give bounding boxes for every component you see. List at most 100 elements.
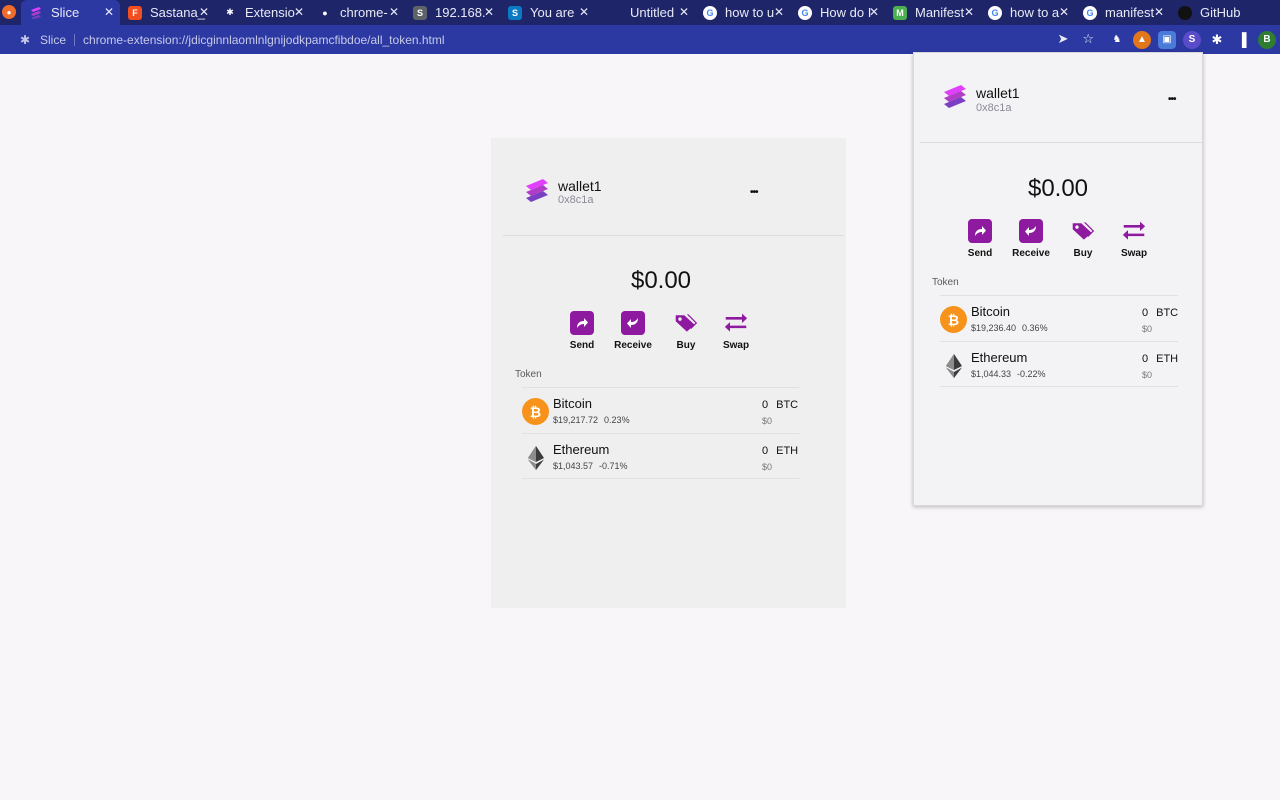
tab-untitled[interactable]: Untitled ✕: [600, 0, 695, 25]
ghost-extension-icon[interactable]: ♞: [1108, 31, 1126, 49]
google-icon: G: [1083, 5, 1097, 20]
swap-label: Swap: [1120, 248, 1148, 259]
token-name: Bitcoin: [553, 396, 593, 411]
url-text[interactable]: chrome-extension://jdicginnlaomlnlgnijod…: [83, 33, 445, 47]
slice-extension-icon[interactable]: S: [1183, 30, 1201, 49]
tab-manifest-search[interactable]: G manifest ✕: [1075, 0, 1170, 25]
close-icon[interactable]: ✕: [679, 5, 689, 19]
swap-label: Swap: [722, 340, 750, 351]
token-row-bitcoin[interactable]: ₿ Bitcoin $19,217.72 0.23% 0 BTC $0: [522, 387, 799, 433]
token-amount-line: 0 BTC: [1142, 307, 1178, 319]
github-icon: [1178, 5, 1192, 20]
account-name: wallet1: [558, 178, 602, 194]
more-options-icon[interactable]: •••: [750, 188, 758, 198]
account-address[interactable]: 0x8c1a: [558, 194, 593, 206]
bitcoin-icon: ₿: [940, 306, 967, 333]
manifest-icon: M: [893, 5, 907, 20]
tab-how-to-a[interactable]: G how to a ✕: [980, 0, 1075, 25]
tab-title: Sastana_: [150, 5, 205, 20]
swap-button[interactable]: Swap: [1120, 219, 1148, 259]
metamask-icon[interactable]: ▲: [1133, 30, 1151, 49]
token-symbol: BTC: [1156, 307, 1179, 319]
screenshot-extension-icon[interactable]: ▣: [1158, 30, 1176, 49]
tab-manifest[interactable]: M Manifest ✕: [885, 0, 980, 25]
send-icon: [570, 311, 594, 335]
receive-button[interactable]: Receive: [1012, 219, 1050, 259]
close-icon[interactable]: ✕: [579, 5, 589, 19]
tab-how-to-u[interactable]: G how to u ✕: [695, 0, 790, 25]
tab-title: how to u: [725, 5, 775, 20]
tab-sastana[interactable]: F Sastana_ ✕: [120, 0, 215, 25]
close-icon[interactable]: ✕: [964, 5, 974, 19]
slice-logo-icon: [29, 6, 43, 20]
token-row-ethereum[interactable]: Ethereum $1,043.57 -0.71% 0 ETH $0: [522, 433, 799, 479]
more-options-icon[interactable]: •••: [1168, 95, 1176, 105]
token-amount-line: 0 ETH: [1142, 353, 1178, 365]
account-address[interactable]: 0x8c1a: [976, 102, 1011, 114]
token-name: Ethereum: [553, 442, 610, 457]
figma-icon: F: [128, 5, 142, 20]
token-price: $19,236.40: [971, 323, 1017, 333]
tag-icon: [674, 311, 698, 335]
send-icon: [968, 219, 992, 243]
google-icon: G: [798, 5, 812, 20]
header-divider: [920, 142, 1202, 143]
tab-strip: ● Slice ✕ F Sastana_ ✕ ✱ Extensio ✕ ● ch…: [0, 0, 1280, 25]
profile-avatar[interactable]: B: [1258, 30, 1276, 49]
tab-github[interactable]: GitHub: [1170, 0, 1280, 25]
app-menu-icon[interactable]: ●: [2, 5, 16, 19]
token-price-line: $19,236.40 0.36%: [971, 323, 1054, 333]
site-name: Slice: [40, 32, 67, 47]
close-icon[interactable]: ✕: [1059, 5, 1069, 19]
close-icon[interactable]: ✕: [774, 5, 784, 19]
token-fiat-value: $0: [1142, 324, 1153, 334]
close-icon[interactable]: ✕: [1154, 5, 1164, 19]
swap-icon: [724, 311, 748, 335]
wallet-page: wallet1 0x8c1a ••• $0.00 Send Receive Bu…: [491, 138, 846, 608]
send-tab-icon[interactable]: ➤: [1057, 31, 1068, 47]
buy-label: Buy: [676, 340, 696, 351]
send-button[interactable]: Send: [570, 311, 594, 351]
extensions-puzzle-icon[interactable]: ✱: [1208, 31, 1226, 49]
close-icon[interactable]: ✕: [294, 5, 304, 19]
token-amount-line: 0 BTC: [762, 399, 798, 411]
address-bar[interactable]: ✱ Slice chrome-extension://jdicginnlaoml…: [8, 28, 1102, 51]
close-icon[interactable]: ✕: [869, 5, 879, 19]
tab-you-are[interactable]: S You are ✕: [500, 0, 595, 25]
token-fiat-value: $0: [1142, 370, 1153, 380]
buy-button[interactable]: Buy: [1069, 219, 1097, 259]
tab-ip[interactable]: S 192.168. ✕: [405, 0, 500, 25]
s-icon: S: [508, 5, 522, 20]
buy-button[interactable]: Buy: [672, 311, 700, 351]
puzzle-icon: ✱: [20, 32, 31, 47]
tab-title: manifest: [1105, 5, 1155, 20]
omnibox-actions: ➤ ☆: [1057, 31, 1094, 47]
bookmark-star-icon[interactable]: ☆: [1082, 31, 1094, 47]
receive-icon: [1019, 219, 1043, 243]
close-icon[interactable]: ✕: [484, 5, 494, 19]
side-panel-icon[interactable]: ▐: [1233, 31, 1251, 49]
send-label: Send: [967, 248, 993, 259]
bitcoin-icon: ₿: [522, 398, 549, 425]
tab-chrome-ext[interactable]: ● chrome- ✕: [310, 0, 405, 25]
token-change: -0.71%: [599, 461, 628, 471]
tab-title: chrome-: [340, 5, 388, 20]
tab-how-do-i[interactable]: G How do I ✕: [790, 0, 885, 25]
token-row-bitcoin[interactable]: ₿ Bitcoin $19,236.40 0.36% 0 BTC $0: [940, 295, 1178, 341]
receive-label: Receive: [1012, 248, 1050, 259]
close-icon[interactable]: ✕: [104, 5, 114, 19]
close-icon[interactable]: ✕: [389, 5, 399, 19]
token-price: $19,217.72: [553, 415, 599, 425]
puzzle-icon: ✱: [226, 7, 234, 17]
close-icon[interactable]: ✕: [199, 5, 209, 19]
receive-button[interactable]: Receive: [614, 311, 652, 351]
popup-wallet: wallet1 0x8c1a ••• $0.00 Send Receive Bu…: [914, 53, 1202, 505]
send-button[interactable]: Send: [968, 219, 992, 259]
swap-icon: [1122, 219, 1146, 243]
token-amount: 0: [1142, 307, 1149, 319]
token-row-ethereum[interactable]: Ethereum $1,044.33 -0.22% 0 ETH $0: [940, 341, 1178, 387]
swap-button[interactable]: Swap: [722, 311, 750, 351]
tab-slice[interactable]: Slice ✕: [21, 0, 120, 25]
tab-extensions[interactable]: ✱ Extensio ✕: [215, 0, 310, 25]
ethereum-icon: [522, 444, 549, 471]
